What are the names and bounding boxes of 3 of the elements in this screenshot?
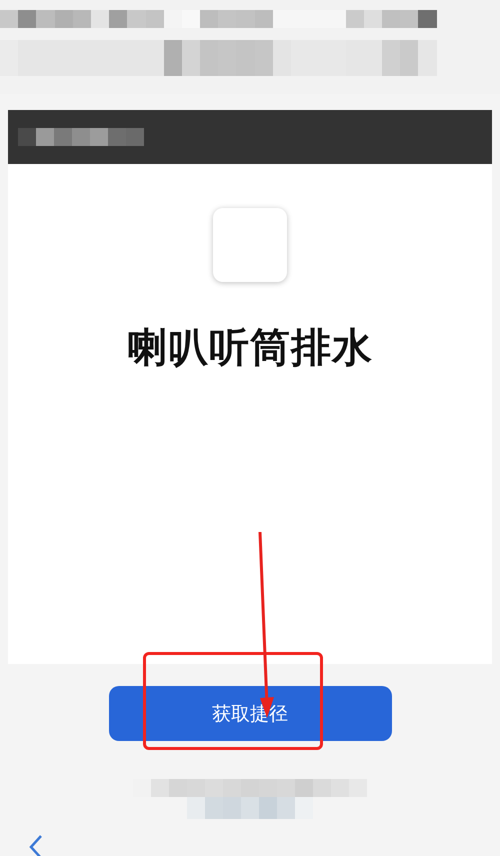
app-icon <box>213 208 287 282</box>
back-icon[interactable] <box>28 834 44 856</box>
shortcut-title: 喇叭听筒排水 <box>127 324 373 373</box>
